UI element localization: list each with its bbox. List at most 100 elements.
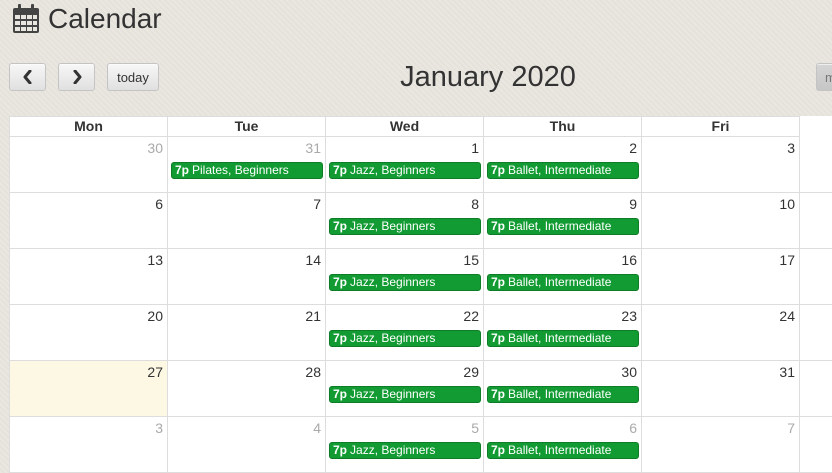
day-number: 28: [305, 364, 321, 380]
chevron-left-icon: [23, 70, 31, 84]
weeks-container: 30 31 7p Pilates, Beginners 1 7p Jazz, Beginne…: [10, 137, 832, 473]
day-number: 8: [471, 196, 479, 212]
day-cell[interactable]: 15 7p Jazz, Beginners: [326, 249, 484, 304]
calendar-event[interactable]: 7p Ballet, Intermediate: [487, 330, 639, 347]
day-number: 1: [471, 140, 479, 156]
day-cell[interactable]: 6 7p Ballet, Intermediate: [484, 417, 642, 472]
event-time: 7p: [333, 219, 348, 233]
event-time: 7p: [491, 275, 506, 289]
week-row: 27 28 29 7p Jazz, Beginners 30 7p Ballet, Inter…: [10, 361, 832, 417]
day-cell[interactable]: 2 7p Ballet, Intermediate: [484, 137, 642, 192]
calendar-event[interactable]: 7p Jazz, Beginners: [329, 386, 481, 403]
day-number: 31: [779, 364, 795, 380]
day-cell[interactable]: 4: [168, 417, 326, 472]
event-time: 7p: [491, 331, 506, 345]
day-cell[interactable]: 6: [10, 193, 168, 248]
day-cell[interactable]: 20: [10, 305, 168, 360]
prev-month-button[interactable]: [9, 63, 46, 91]
calendar-event[interactable]: 7p Jazz, Beginners: [329, 218, 481, 235]
calendar-event[interactable]: 7p Jazz, Beginners: [329, 162, 481, 179]
day-number: 23: [621, 308, 637, 324]
day-header: Fri: [642, 116, 800, 137]
event-time: 7p: [333, 163, 348, 177]
week-row: 6 7 8 7p Jazz, Beginners 9 7p Ballet, Intermedi…: [10, 193, 832, 249]
day-cell[interactable]: 5 7p Jazz, Beginners: [326, 417, 484, 472]
event-title: Pilates, Beginners: [192, 163, 289, 177]
event-time: 7p: [491, 219, 506, 233]
calendar-event[interactable]: 7p Ballet, Intermediate: [487, 386, 639, 403]
day-cell[interactable]: 1 7p Jazz, Beginners: [326, 137, 484, 192]
day-cell[interactable]: 3: [642, 137, 800, 192]
day-number: 13: [147, 252, 163, 268]
day-cell[interactable]: 24: [642, 305, 800, 360]
day-cell[interactable]: 16 7p Ballet, Intermediate: [484, 249, 642, 304]
day-cell[interactable]: 30 7p Ballet, Intermediate: [484, 361, 642, 416]
day-cell[interactable]: 31: [642, 361, 800, 416]
day-number: 3: [155, 420, 163, 436]
calendar-event[interactable]: 7p Jazz, Beginners: [329, 330, 481, 347]
event-title: Jazz, Beginners: [350, 163, 436, 177]
day-cell[interactable]: 29 7p Jazz, Beginners: [326, 361, 484, 416]
event-title: Jazz, Beginners: [350, 275, 436, 289]
week-row: 30 31 7p Pilates, Beginners 1 7p Jazz, Beginne…: [10, 137, 832, 193]
day-cell[interactable]: 31 7p Pilates, Beginners: [168, 137, 326, 192]
day-cell[interactable]: 30: [10, 137, 168, 192]
calendar-event[interactable]: 7p Jazz, Beginners: [329, 442, 481, 459]
calendar-event[interactable]: 7p Ballet, Intermediate: [487, 442, 639, 459]
calendar-event[interactable]: 7p Ballet, Intermediate: [487, 218, 639, 235]
day-number: 10: [779, 196, 795, 212]
calendar-event[interactable]: 7p Ballet, Intermediate: [487, 162, 639, 179]
day-cell[interactable]: 13: [10, 249, 168, 304]
day-cell[interactable]: 27: [10, 361, 168, 416]
day-cell[interactable]: 21: [168, 305, 326, 360]
chevron-right-icon: [73, 70, 81, 84]
day-number: 17: [779, 252, 795, 268]
calendar-icon: [13, 4, 39, 33]
day-number: 21: [305, 308, 321, 324]
event-title: Jazz, Beginners: [350, 387, 436, 401]
day-cell[interactable]: 28: [168, 361, 326, 416]
event-title: Ballet, Intermediate: [508, 387, 612, 401]
next-month-button[interactable]: [58, 63, 95, 91]
event-time: 7p: [333, 275, 348, 289]
event-time: 7p: [491, 163, 506, 177]
day-number: 9: [629, 196, 637, 212]
calendar-event[interactable]: 7p Jazz, Beginners: [329, 274, 481, 291]
day-cell[interactable]: 7: [642, 417, 800, 472]
event-title: Ballet, Intermediate: [508, 443, 612, 457]
event-title: Ballet, Intermediate: [508, 275, 612, 289]
event-title: Jazz, Beginners: [350, 219, 436, 233]
day-cell[interactable]: 17: [642, 249, 800, 304]
day-cell[interactable]: 9 7p Ballet, Intermediate: [484, 193, 642, 248]
day-cell[interactable]: 3: [10, 417, 168, 472]
day-cell[interactable]: 23 7p Ballet, Intermediate: [484, 305, 642, 360]
event-title: Ballet, Intermediate: [508, 163, 612, 177]
day-number: 30: [621, 364, 637, 380]
day-number: 7: [787, 420, 795, 436]
calendar-grid: Mon Tue Wed Thu Fri 30 31 7p Pilates, Begin…: [9, 116, 832, 473]
day-number: 14: [305, 252, 321, 268]
day-number: 24: [779, 308, 795, 324]
day-number: 31: [305, 140, 321, 156]
calendar-event[interactable]: 7p Ballet, Intermediate: [487, 274, 639, 291]
calendar-event[interactable]: 7p Pilates, Beginners: [171, 162, 323, 179]
event-time: 7p: [333, 387, 348, 401]
day-header: Tue: [168, 116, 326, 137]
day-number: 4: [313, 420, 321, 436]
day-number: 16: [621, 252, 637, 268]
day-header: Wed: [326, 116, 484, 137]
day-cell[interactable]: 10: [642, 193, 800, 248]
day-cell[interactable]: 14: [168, 249, 326, 304]
day-cell[interactable]: 8 7p Jazz, Beginners: [326, 193, 484, 248]
day-cell[interactable]: 7: [168, 193, 326, 248]
day-number: 20: [147, 308, 163, 324]
day-number: 27: [147, 364, 163, 380]
day-number: 7: [313, 196, 321, 212]
day-number: 22: [463, 308, 479, 324]
day-cell[interactable]: 22 7p Jazz, Beginners: [326, 305, 484, 360]
day-number: 6: [629, 420, 637, 436]
week-row: 13 14 15 7p Jazz, Beginners 16 7p Ballet, Inter…: [10, 249, 832, 305]
today-button[interactable]: today: [107, 63, 159, 91]
month-view-button[interactable]: m: [816, 63, 832, 91]
day-number: 2: [629, 140, 637, 156]
